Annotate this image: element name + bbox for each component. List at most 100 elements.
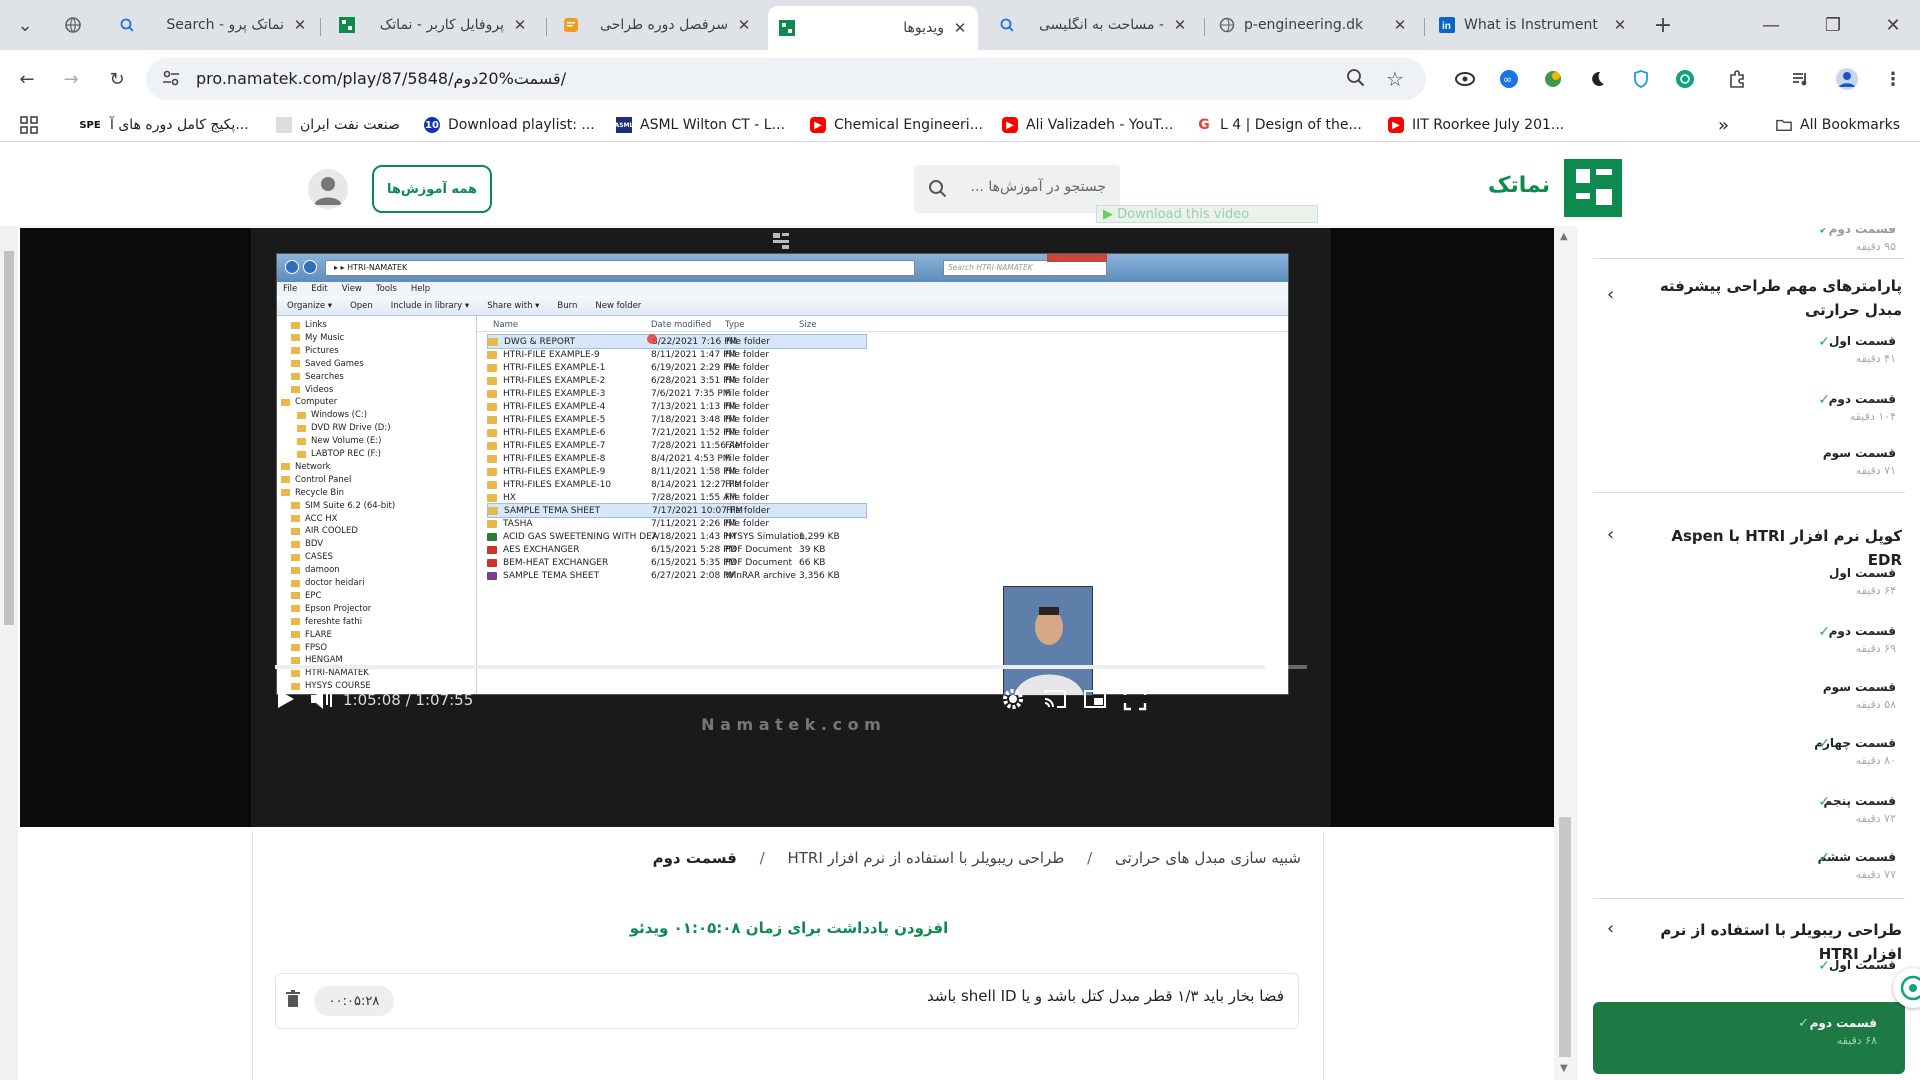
file-name: BEM-HEAT EXCHANGER	[503, 557, 609, 568]
reload-icon[interactable]: ↻	[102, 64, 132, 94]
restore-icon[interactable]: ❐	[1818, 10, 1848, 40]
tab-videos[interactable]: ویدیوها ✕	[768, 6, 978, 50]
bookmark-ali-valizadeh[interactable]: ▶ Ali Valizadeh - YouT...	[1002, 114, 1173, 136]
chevron-left-icon[interactable]: ‹	[1607, 524, 1614, 545]
fullscreen-icon[interactable]	[1123, 687, 1147, 711]
close-tab-icon[interactable]: ✕	[292, 16, 308, 34]
tab-area-english[interactable]: مساحت به انگلیسی - ✕	[988, 8, 1198, 42]
extension-globe-icon[interactable]	[1538, 64, 1568, 94]
episode-item[interactable]: قسمت دوم ۶۹ دقیقه	[1829, 624, 1896, 655]
seek-bar[interactable]	[275, 665, 1307, 669]
download-video-button[interactable]: ▶ Download this video	[1096, 205, 1318, 223]
forward-icon[interactable]: →	[56, 64, 86, 94]
episode-item[interactable]: قسمت اول ۴۱ دقیقه	[1829, 334, 1896, 365]
profile-avatar-icon[interactable]	[1832, 64, 1862, 94]
all-bookmarks[interactable]: All Bookmarks	[1776, 114, 1900, 136]
chevron-left-icon[interactable]: ‹	[1607, 918, 1614, 939]
globe-icon[interactable]	[58, 10, 88, 40]
scroll-thumb[interactable]	[4, 251, 14, 625]
episode-item[interactable]: قسمت سوم ۷۱ دقیقه	[1823, 446, 1896, 477]
search-icon	[118, 16, 136, 34]
video-player[interactable]: ▸ ▸ HTRI-NAMATEK Search HTRI-NAMATEK Fil…	[20, 228, 1554, 827]
chevron-left-icon[interactable]: ‹	[1607, 284, 1614, 305]
close-tab-icon[interactable]: ✕	[952, 19, 968, 37]
scroll-down-icon[interactable]: ▼	[1560, 1063, 1568, 1074]
doc-icon	[562, 16, 580, 34]
new-tab-icon[interactable]: +	[1648, 10, 1678, 40]
trash-icon[interactable]	[286, 990, 300, 1012]
site-logo[interactable]: نماتک	[1488, 159, 1622, 217]
tab-search-dropdown-icon[interactable]: ⌄	[10, 10, 40, 40]
user-avatar[interactable]	[308, 169, 348, 209]
add-note-link[interactable]: افزودن یادداشت برای زمان ۰۱:۰۵:۰۸ ویدئو	[253, 919, 1325, 937]
breadcrumb-chapter[interactable]: طراحی ریبویلر با استفاده از نرم افزار HT…	[787, 849, 1064, 867]
episode-item[interactable]: قسمت دوم ۱۰۴ دقیقه	[1829, 392, 1896, 423]
file-type: File folder	[725, 349, 770, 360]
note-timestamp[interactable]: ۰۰:۰۵:۲۸	[314, 986, 394, 1016]
address-bar[interactable]: pro.namatek.com/play/87/5848/قسمت%20دوم/…	[146, 58, 1426, 100]
play-icon[interactable]	[273, 687, 297, 711]
close-tab-icon[interactable]: ✕	[512, 16, 528, 34]
tab-user-profile[interactable]: پروفایل کاربر - نماتک ✕	[328, 8, 538, 42]
video-frame[interactable]: ▸ ▸ HTRI-NAMATEK Search HTRI-NAMATEK Fil…	[251, 228, 1331, 827]
bookmark-design-lecture[interactable]: GL 4 | Design of the...	[1196, 114, 1362, 136]
tab-linkedin[interactable]: in What is Instrument ✕	[1428, 8, 1638, 42]
extensions-puzzle-icon[interactable]	[1722, 64, 1752, 94]
section-title[interactable]: پارامترهای مهم طراحی پیشرفته مبدل حرارتی	[1632, 274, 1902, 322]
site-info-icon[interactable]	[162, 69, 180, 91]
logo-text: نماتک	[1488, 173, 1551, 198]
settings-gear-icon[interactable]	[1001, 687, 1025, 711]
extension-shield-icon[interactable]	[1626, 64, 1656, 94]
close-tab-icon[interactable]: ✕	[1612, 16, 1628, 34]
volume-icon[interactable]	[309, 687, 335, 711]
close-window-icon[interactable]: ✕	[1878, 10, 1908, 40]
minimize-icon[interactable]: —	[1756, 10, 1786, 40]
bookmark-iran-oil[interactable]: صنعت نفت ایران	[276, 114, 400, 136]
episode-item[interactable]: قسمت سوم ۵۸ دقیقه	[1823, 680, 1896, 711]
tab-search-namatek[interactable]: Search - نماتک پرو ✕	[108, 8, 318, 42]
episode-item[interactable]: قسمت دوم ۹۵ دقیقه	[1829, 228, 1896, 253]
bookmark-star-icon[interactable]: ☆	[1386, 67, 1404, 91]
explorer-file-list: Name Date modified Type Size DWG & REPOR…	[477, 316, 1288, 694]
episode-item[interactable]: قسمت اول ۶۴ دقیقه	[1829, 566, 1896, 597]
extension-infinity-icon[interactable]: ∞	[1494, 64, 1524, 94]
more-bookmarks-icon[interactable]: »	[1718, 114, 1729, 136]
url-text[interactable]: pro.namatek.com/play/87/5848/قسمت%20دوم/	[196, 69, 566, 88]
extension-chatgpt-icon[interactable]	[1670, 64, 1700, 94]
site-search-input[interactable]: جستجو در آموزش‌ها ...	[914, 165, 1120, 213]
tab-p-engineering[interactable]: p-engineering.dk ✕	[1208, 8, 1418, 42]
bookmark-asml[interactable]: ASML ASML Wilton CT - L...	[615, 114, 785, 136]
bookmark-iit-roorkee[interactable]: ▶ IIT Roorkee July 201...	[1388, 114, 1564, 136]
media-control-icon[interactable]	[1786, 64, 1816, 94]
picture-in-picture-icon[interactable]	[1083, 687, 1107, 711]
active-episode-item[interactable]: قسمت دوم ۶۸ دقیقه ✓	[1593, 1002, 1905, 1074]
menu-kebab-icon[interactable]: ⋮	[1878, 64, 1908, 94]
breadcrumb-course[interactable]: شبیه سازی مبدل های حرارتی	[1115, 849, 1301, 867]
extension-eye-icon[interactable]	[1450, 64, 1480, 94]
episode-item[interactable]: قسمت پنجم ۷۲ دقیقه	[1824, 794, 1896, 825]
scroll-thumb[interactable]	[1559, 817, 1571, 1057]
section-title[interactable]: کوپل نرم افزار HTRI با Aspen EDR	[1632, 524, 1902, 572]
apps-grid-icon[interactable]	[20, 114, 38, 136]
close-tab-icon[interactable]: ✕	[736, 16, 752, 34]
cast-icon[interactable]	[1043, 687, 1067, 711]
close-tab-icon[interactable]: ✕	[1172, 16, 1188, 34]
chat-assistant-icon[interactable]	[1893, 968, 1920, 1008]
episode-item[interactable]: قسمت اول	[1829, 958, 1896, 976]
bookmark-chemical-engineering[interactable]: ▶ Chemical Engineeri...	[810, 114, 983, 136]
back-icon[interactable]: ←	[12, 64, 42, 94]
scroll-up-icon[interactable]: ▲	[1560, 231, 1568, 242]
folder-icon	[297, 450, 306, 458]
search-icon[interactable]	[928, 179, 948, 203]
check-icon: ✓	[1818, 228, 1830, 238]
bookmark-download-playlist[interactable]: 10 Download playlist: ...	[424, 114, 595, 136]
extension-moon-icon[interactable]	[1582, 64, 1612, 94]
bookmark-spe[interactable]: SPE پکیج کامل دوره های آ...	[78, 114, 248, 136]
close-tab-icon[interactable]: ✕	[1392, 16, 1408, 34]
all-courses-button[interactable]: همه آموزش‌ها	[372, 165, 492, 213]
tab-course-syllabus[interactable]: سرفصل دوره طراحی ✕	[552, 8, 762, 42]
left-scrollbar[interactable]	[0, 227, 18, 1080]
file-type: File folder	[725, 375, 770, 386]
page-scrollbar[interactable]: ▲ ▼	[1554, 227, 1576, 1080]
zoom-icon[interactable]	[1346, 68, 1366, 92]
